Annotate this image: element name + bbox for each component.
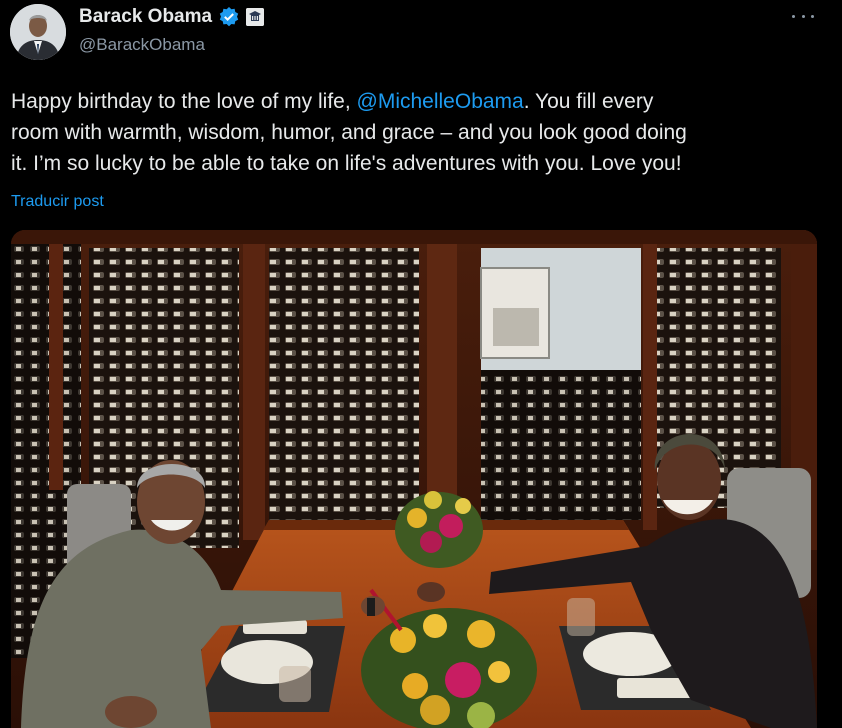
post-photo[interactable]	[11, 230, 817, 728]
government-seal-icon	[246, 8, 265, 26]
more-options-icon[interactable]	[792, 10, 814, 22]
post-line-1: Happy birthday to the love of my life, @…	[11, 86, 821, 117]
mention-link[interactable]: @MichelleObama	[357, 90, 524, 113]
author-avatar[interactable]	[10, 4, 66, 60]
avatar-image	[10, 4, 66, 60]
author-name[interactable]: Barack Obama	[79, 6, 212, 28]
translate-post-link[interactable]: Traducir post	[11, 193, 104, 211]
tweet: Barack Obama @BarackObama Happy birthday…	[0, 0, 842, 728]
author-name-row: Barack Obama	[79, 6, 265, 28]
dinner-photo	[11, 230, 817, 728]
post-text-segment: . You fill every	[523, 90, 654, 113]
post-text-segment: Happy birthday to the love of my life,	[11, 90, 357, 113]
verified-badge-icon	[218, 6, 240, 28]
author-handle[interactable]: @BarackObama	[79, 35, 205, 55]
post-text: Happy birthday to the love of my life, @…	[11, 86, 821, 179]
post-line-3: it. I’m so lucky to be able to take on l…	[11, 152, 682, 175]
post-line-2: room with warmth, wisdom, humor, and gra…	[11, 121, 687, 144]
